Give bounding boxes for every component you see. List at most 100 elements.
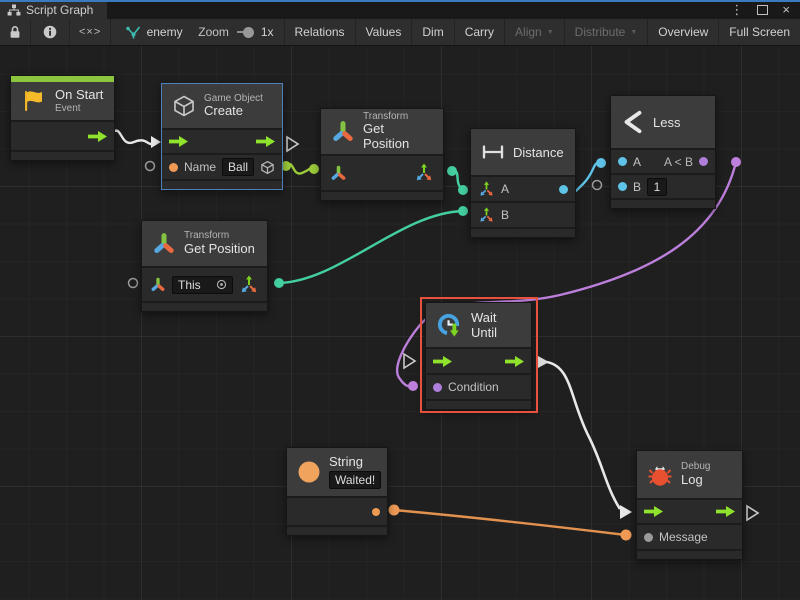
string-icon bbox=[297, 460, 321, 484]
window-controls: ⋮ × bbox=[730, 0, 800, 19]
vector3-input-port-a[interactable] bbox=[478, 181, 495, 198]
graph-canvas[interactable]: On Start Event G bbox=[0, 45, 800, 600]
flag-icon bbox=[21, 88, 47, 114]
node-title: Get Position bbox=[363, 122, 433, 152]
chevron-down-icon: ▼ bbox=[547, 29, 554, 36]
distance-output-port[interactable] bbox=[559, 185, 568, 194]
node-subtitle: Event bbox=[55, 103, 103, 115]
window-focus-line bbox=[0, 0, 800, 2]
info-icon bbox=[43, 25, 57, 39]
node-title: String bbox=[329, 455, 381, 470]
input-a-label: A bbox=[633, 155, 641, 169]
distance-icon bbox=[481, 143, 505, 161]
maximize-icon[interactable] bbox=[757, 5, 768, 15]
zoom-label: Zoom bbox=[198, 25, 229, 39]
value-indicator-create-name bbox=[146, 162, 155, 171]
node-string[interactable]: String Waited! bbox=[286, 447, 388, 536]
chevron-down-icon: ▼ bbox=[630, 29, 637, 36]
flow-in-port[interactable] bbox=[433, 356, 452, 367]
flow-out-port[interactable] bbox=[505, 356, 524, 367]
node-get-position-1[interactable]: Transform Get Position bbox=[320, 108, 444, 201]
string-output-port[interactable] bbox=[372, 508, 380, 516]
lock-icon bbox=[9, 25, 21, 39]
flow-out-port[interactable] bbox=[88, 131, 107, 142]
node-title: Log bbox=[681, 473, 710, 488]
value-indicator-getposition2 bbox=[129, 279, 138, 288]
less-icon bbox=[621, 110, 645, 134]
name-input-port[interactable] bbox=[169, 163, 178, 172]
zoom-slider[interactable] bbox=[237, 31, 249, 33]
dim-button[interactable]: Dim bbox=[412, 19, 454, 45]
value-indicator-less-b bbox=[593, 181, 602, 190]
align-button[interactable]: Align ▼ bbox=[505, 19, 565, 45]
code-icon: <×> bbox=[79, 26, 101, 38]
unconnected-flow-out-log[interactable] bbox=[747, 506, 758, 520]
unity-script-graph-window: Script Graph ⋮ × bbox=[0, 0, 800, 600]
relations-button[interactable]: Relations bbox=[284, 19, 356, 45]
node-title: Distance bbox=[513, 145, 564, 160]
node-create[interactable]: Game Object Create Name Ball bbox=[161, 83, 283, 190]
message-input-port[interactable] bbox=[644, 533, 653, 542]
graph-toolbar: <×> enemy Zoom 1x Relations Values Dim C… bbox=[0, 19, 800, 46]
cube-small-icon bbox=[260, 160, 275, 175]
message-label: Message bbox=[659, 530, 708, 544]
node-less[interactable]: Less A A < B B 1 bbox=[610, 95, 716, 209]
overview-button[interactable]: Overview bbox=[648, 19, 719, 45]
node-title: Wait Until bbox=[471, 310, 521, 340]
node-debug-log[interactable]: Debug Log Message bbox=[636, 450, 743, 560]
transform-input-port[interactable] bbox=[330, 165, 347, 182]
code-preview-button[interactable]: <×> bbox=[70, 19, 111, 45]
full-screen-button[interactable]: Full Screen bbox=[719, 19, 800, 45]
flow-in-port[interactable] bbox=[644, 506, 663, 517]
vector3-output-port[interactable] bbox=[239, 275, 259, 295]
name-value-field[interactable]: Ball bbox=[222, 158, 254, 176]
transform-icon bbox=[331, 120, 355, 144]
node-get-position-2[interactable]: Transform Get Position This bbox=[141, 220, 268, 312]
condition-input-port[interactable] bbox=[433, 383, 442, 392]
inspect-button[interactable] bbox=[31, 19, 70, 45]
vector3-output-port[interactable] bbox=[414, 163, 434, 183]
close-icon[interactable]: × bbox=[782, 3, 790, 16]
input-a-label: A bbox=[501, 182, 509, 196]
condition-label: Condition bbox=[448, 380, 499, 394]
window-menu-icon[interactable]: ⋮ bbox=[730, 3, 743, 16]
flow-out-port[interactable] bbox=[716, 506, 735, 517]
node-wait-until[interactable]: Wait Until Condition bbox=[425, 302, 532, 410]
wire-getposition2-to-distance-b[interactable] bbox=[279, 211, 463, 283]
node-title: On Start bbox=[55, 88, 103, 103]
less-input-a-port[interactable] bbox=[618, 157, 627, 166]
carry-button[interactable]: Carry bbox=[455, 19, 505, 45]
less-input-b-port[interactable] bbox=[618, 182, 627, 191]
node-on-start[interactable]: On Start Event bbox=[10, 75, 115, 161]
object-picker-icon[interactable] bbox=[216, 279, 227, 290]
vector3-input-port-b[interactable] bbox=[478, 207, 495, 224]
lock-button[interactable] bbox=[0, 19, 31, 45]
graph-name: enemy bbox=[147, 25, 183, 39]
name-port-label: Name bbox=[184, 160, 216, 174]
graph-icon bbox=[126, 26, 141, 39]
cube-icon bbox=[172, 94, 196, 118]
wire-onstart-to-create[interactable] bbox=[112, 131, 156, 145]
wire-waituntil-to-log[interactable] bbox=[547, 362, 620, 509]
tab-title: Script Graph bbox=[26, 3, 93, 17]
less-output-port[interactable] bbox=[699, 157, 708, 166]
flow-out-port[interactable] bbox=[256, 136, 275, 147]
input-b-label: B bbox=[501, 208, 509, 222]
transform-input-port[interactable] bbox=[150, 277, 166, 293]
unconnected-flow-out-create[interactable] bbox=[287, 137, 298, 151]
result-label: A < B bbox=[664, 155, 693, 169]
flow-in-port[interactable] bbox=[169, 136, 188, 147]
unconnected-flow-in-waituntil[interactable] bbox=[404, 354, 415, 368]
tab-script-graph[interactable]: Script Graph bbox=[0, 0, 107, 19]
distribute-button[interactable]: Distribute ▼ bbox=[565, 19, 649, 45]
b-value-field[interactable]: 1 bbox=[647, 178, 667, 196]
transform-icon bbox=[152, 232, 176, 256]
values-button[interactable]: Values bbox=[356, 19, 413, 45]
string-value-field[interactable]: Waited! bbox=[329, 471, 381, 489]
graph-breadcrumb[interactable]: enemy bbox=[116, 19, 193, 45]
wire-string-to-log-message[interactable] bbox=[394, 510, 626, 535]
target-value-field[interactable]: This bbox=[172, 276, 233, 294]
zoom-slider-handle[interactable] bbox=[243, 27, 254, 38]
node-distance[interactable]: Distance A bbox=[470, 128, 576, 238]
bug-icon bbox=[647, 462, 673, 488]
